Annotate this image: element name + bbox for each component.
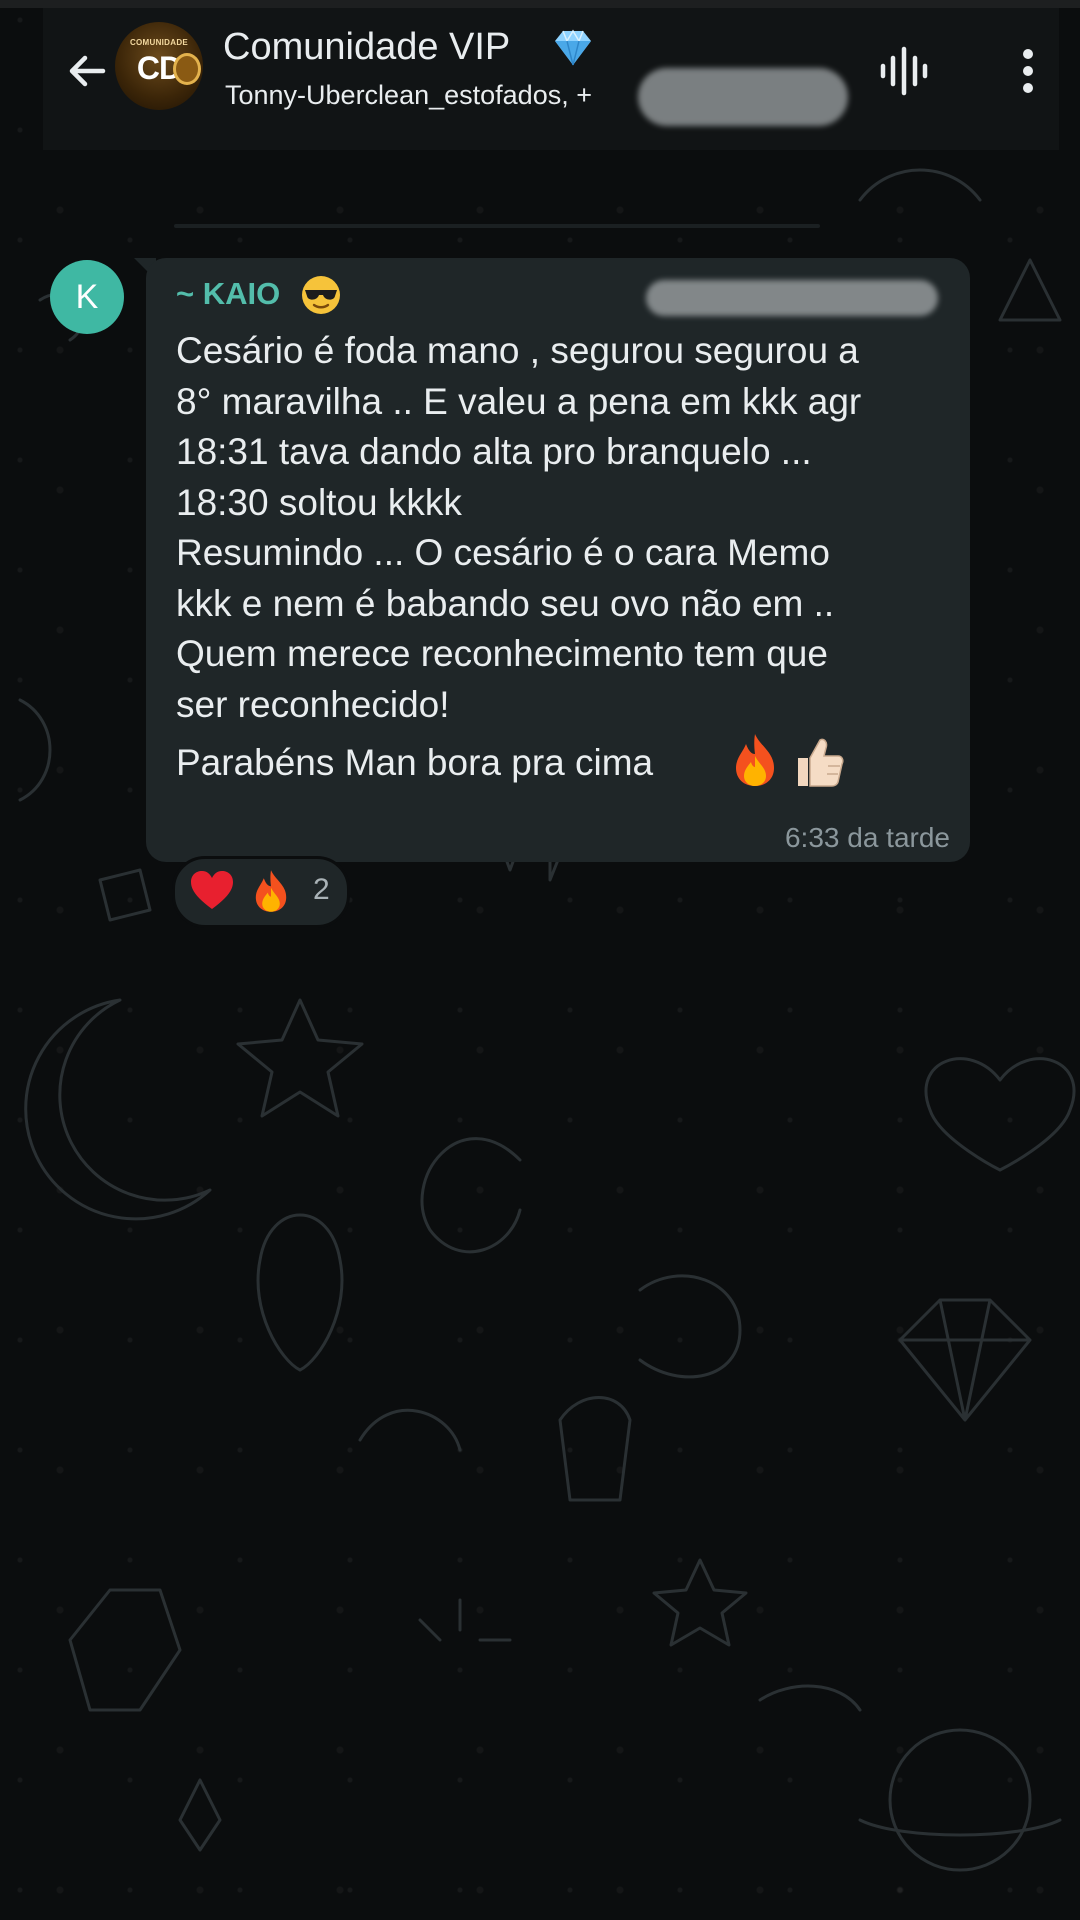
back-button[interactable] <box>57 41 117 101</box>
message-timestamp: 6:33 da tarde <box>784 822 950 853</box>
sender-name[interactable]: ~ KAIO <box>176 276 280 312</box>
redacted-participants <box>638 68 848 126</box>
thumbs-up-icon <box>798 738 844 787</box>
reactions-pill[interactable]: 2 <box>172 856 350 928</box>
avatar-top-text: COMUNIDADE <box>129 38 189 47</box>
status-bar <box>0 0 1080 8</box>
chat-screen: COMUNIDADE CD Comunidade VIP Tonny-Uberc… <box>0 0 1080 1920</box>
divider <box>174 224 820 228</box>
fire-icon <box>255 870 287 912</box>
message-text: Cesário é foda mano , segurou segurou a … <box>176 330 862 725</box>
chat-title[interactable]: Comunidade VIP <box>223 26 510 69</box>
group-avatar[interactable]: COMUNIDADE CD <box>115 22 203 110</box>
sunglasses-face-icon <box>302 276 340 314</box>
message-bubble[interactable]: ~ KAIO Cesário é foda mano , segurou seg… <box>146 258 970 862</box>
chat-header[interactable]: COMUNIDADE CD Comunidade VIP Tonny-Uberc… <box>43 8 1059 150</box>
more-options-icon[interactable] <box>1013 44 1043 98</box>
message-closing-text: Parabéns Man bora pra cima <box>176 742 654 783</box>
lion-logo-icon <box>173 53 201 85</box>
redacted-phone-number <box>646 280 938 316</box>
chat-participants[interactable]: Tonny-Uberclean_estofados, + <box>225 80 592 111</box>
sender-avatar[interactable]: K <box>50 260 124 334</box>
heart-icon <box>191 871 233 909</box>
reaction-count: 2 <box>313 873 330 906</box>
gem-icon <box>555 29 591 66</box>
fire-icon <box>736 734 774 786</box>
arrow-left-icon <box>69 55 106 87</box>
voice-chat-icon[interactable] <box>877 44 931 98</box>
